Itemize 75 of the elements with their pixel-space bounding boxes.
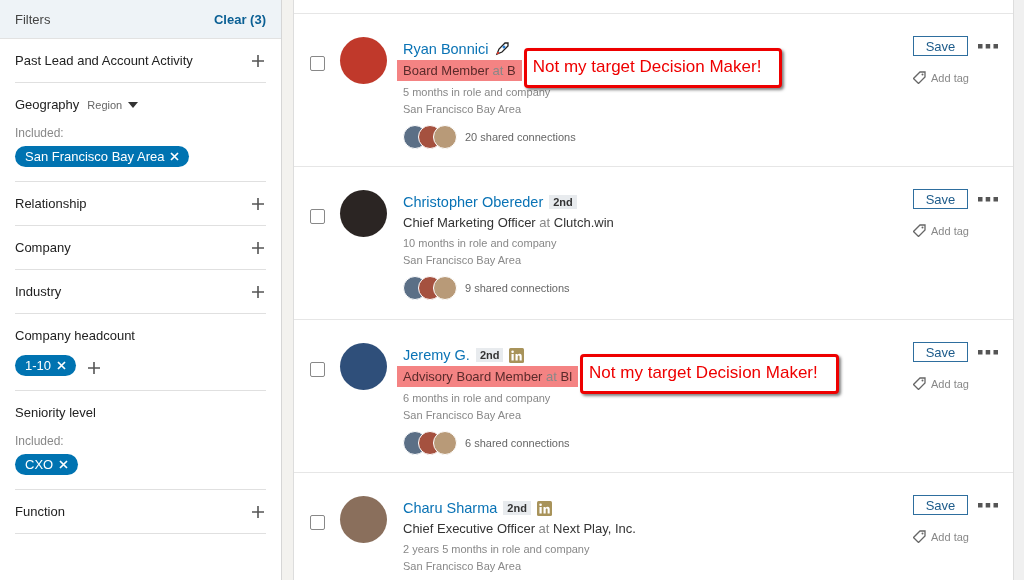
more-options-icon[interactable] [978, 196, 998, 202]
region-dropdown[interactable]: Region [87, 98, 139, 111]
remove-icon[interactable] [59, 460, 69, 469]
more-options-icon[interactable] [978, 502, 998, 508]
filter-label: Relationship [15, 196, 87, 211]
annotation-callout: Not my target Decision Maker! [523, 48, 783, 88]
filter-label: Geography [15, 97, 80, 112]
select-checkbox[interactable] [309, 362, 325, 377]
tenure-text: 10 months in role and company [403, 237, 558, 249]
clear-link[interactable]: Clear (3) [213, 11, 266, 27]
add-tag-button[interactable]: Add tag [913, 377, 969, 390]
filter-label: Function [15, 504, 65, 519]
more-options-icon[interactable] [978, 349, 998, 355]
select-checkbox[interactable] [309, 56, 325, 71]
job-title: Chief Executive Officer at Next Play, Inc. [403, 520, 636, 538]
add-tag-button[interactable]: Add tag [913, 224, 969, 237]
plus-icon[interactable] [252, 197, 264, 210]
filter-label: Past Lead and Account Activity [15, 53, 193, 68]
annotation-callout: Not my target Decision Maker! [580, 354, 839, 394]
filter-label: Company [15, 240, 71, 255]
job-title: Chief Marketing Officer at Clutch.win [403, 214, 614, 232]
tenure-text: 2 years 5 months in role and company [403, 543, 591, 555]
tag-icon[interactable] [913, 377, 926, 390]
filter-label: Seniority level [15, 405, 96, 420]
tenure-text: 5 months in role and company [403, 86, 552, 98]
plus-icon[interactable] [252, 285, 264, 298]
tenure-text: 6 months in role and company [403, 392, 552, 404]
location-text: San Francisco Bay Area [403, 409, 522, 421]
tag-icon[interactable] [913, 530, 926, 543]
save-button[interactable]: Save [913, 342, 968, 362]
plus-icon[interactable] [252, 54, 264, 67]
degree-badge: 2nd [503, 501, 531, 515]
remove-icon[interactable] [170, 152, 180, 161]
degree-badge: 2nd [549, 195, 577, 209]
shared-connections-link[interactable]: 6 shared connections [465, 437, 570, 449]
remove-icon[interactable] [57, 361, 67, 370]
lead-name-link[interactable]: Charu Sharma [403, 500, 498, 516]
save-button[interactable]: Save [913, 495, 968, 515]
save-button[interactable]: Save [913, 36, 968, 56]
connection-avatars[interactable] [403, 431, 457, 455]
plus-icon[interactable] [252, 505, 264, 518]
filter-pill[interactable]: 1-10 [15, 355, 77, 376]
lead-name-link[interactable]: Jeremy G. [403, 347, 470, 363]
filter-label: Company headcount [15, 328, 135, 343]
connection-avatars[interactable] [403, 276, 457, 300]
job-title: Advisory Board Member at Bl [397, 366, 579, 387]
connection-avatars[interactable] [403, 125, 457, 149]
location-text: San Francisco Bay Area [403, 254, 522, 266]
shared-connections-link[interactable]: 20 shared connections [465, 131, 576, 143]
add-tag-button[interactable]: Add tag [913, 530, 969, 543]
plus-icon[interactable] [88, 361, 101, 374]
select-checkbox[interactable] [309, 209, 325, 224]
save-button[interactable]: Save [913, 189, 968, 209]
location-text: San Francisco Bay Area [403, 560, 522, 572]
more-options-icon[interactable] [978, 43, 998, 49]
avatar-photo-placeholder[interactable] [340, 190, 387, 237]
filter-pill[interactable]: CXO [15, 454, 79, 475]
lead-name-link[interactable]: Christopher Obereder [403, 194, 544, 210]
caret-icon[interactable] [128, 101, 139, 108]
select-checkbox[interactable] [309, 515, 325, 530]
avatar-photo-placeholder[interactable] [340, 343, 387, 390]
filter-label: Industry [15, 284, 62, 299]
degree-badge: 2nd [475, 348, 504, 362]
location-text: San Francisco Bay Area [403, 103, 522, 115]
tag-icon[interactable] [913, 224, 926, 237]
included-label: Included: [15, 126, 65, 140]
tag-icon[interactable] [913, 71, 926, 84]
filter-pill[interactable]: San Francisco Bay Area [15, 146, 190, 167]
included-label: Included: [15, 434, 65, 448]
lead-name-link[interactable]: Ryan Bonnici [403, 41, 489, 57]
filters-title: Filters [15, 11, 51, 27]
plus-icon[interactable] [252, 241, 264, 254]
add-tag-button[interactable]: Add tag [913, 71, 969, 84]
shared-connections-link[interactable]: 9 shared connections [465, 282, 570, 294]
job-title: Board Member at B [397, 60, 522, 81]
